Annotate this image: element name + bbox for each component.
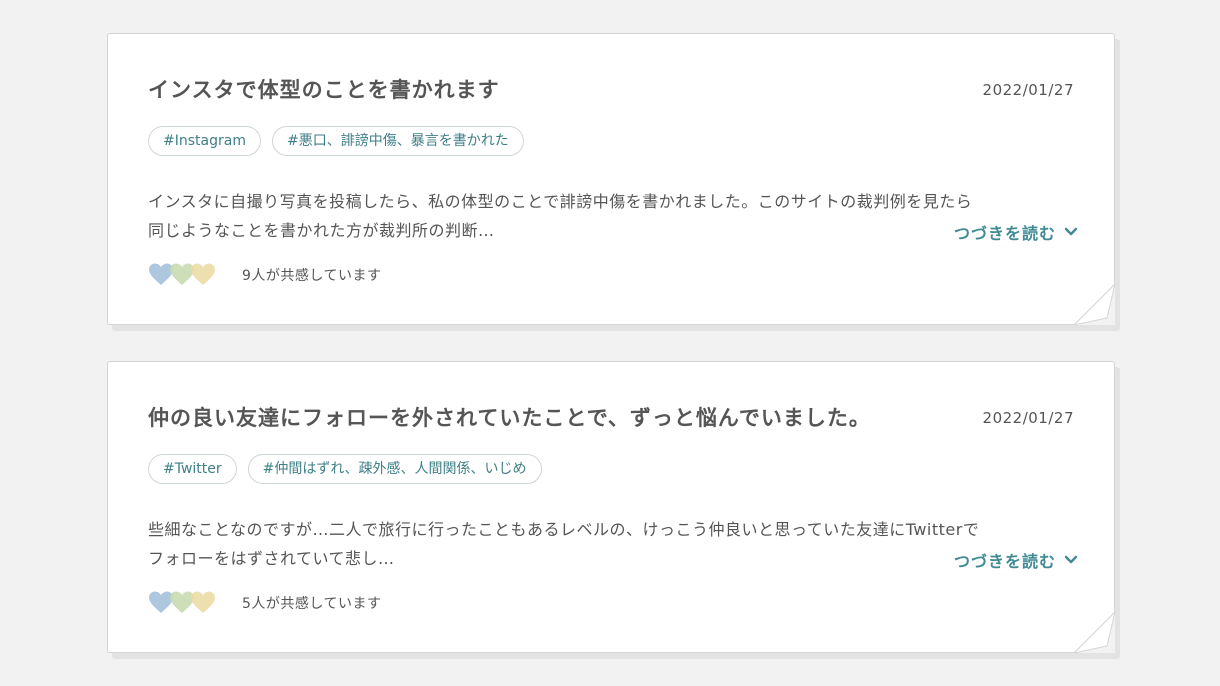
- empathy-button[interactable]: [148, 262, 216, 288]
- tag-twitter[interactable]: #Twitter: [148, 454, 237, 484]
- excerpt-line: 同じようなことを書かれた方が裁判所の判断…: [148, 221, 495, 240]
- post-date: 2022/01/27: [982, 409, 1074, 427]
- empathy-row: 9人が共感しています: [148, 262, 382, 288]
- post-card: インスタで体型のことを書かれます 2022/01/27 #Instagram #…: [107, 33, 1115, 325]
- post-date: 2022/01/27: [982, 81, 1074, 99]
- empathy-count: 5人が共感しています: [242, 596, 382, 612]
- chevron-down-icon: [1064, 227, 1078, 236]
- read-more-label: つづきを読む: [953, 224, 1056, 243]
- post-card: 仲の良い友達にフォローを外されていたことで、ずっと悩んでいました。 2022/0…: [107, 361, 1115, 653]
- empathy-button[interactable]: [148, 590, 216, 616]
- excerpt-line: フォローをはずされていて悲し…: [148, 549, 395, 568]
- post-feed: インスタで体型のことを書かれます 2022/01/27 #Instagram #…: [0, 0, 1220, 686]
- tag-list: #Twitter #仲間はずれ、疎外感、人間関係、いじめ: [148, 454, 542, 484]
- tag-instagram[interactable]: #Instagram: [148, 126, 261, 156]
- post-title[interactable]: インスタで体型のことを書かれます: [148, 74, 500, 104]
- page-curl-icon: [1073, 283, 1115, 325]
- excerpt-line: インスタに自撮り写真を投稿したら、私の体型のことで誹謗中傷を書かれました。このサ…: [148, 192, 973, 211]
- heart-yellow-icon: [191, 263, 215, 285]
- read-more-label: つづきを読む: [953, 552, 1056, 571]
- read-more-link[interactable]: つづきを読む: [954, 220, 1078, 244]
- post-excerpt: インスタに自撮り写真を投稿したら、私の体型のことで誹謗中傷を書かれました。このサ…: [148, 187, 1078, 245]
- empathy-count: 9人が共感しています: [242, 268, 382, 284]
- post-excerpt: 些細なことなのですが…二人で旅行に行ったこともあるレベルの、けっこう仲良いと思っ…: [148, 515, 1078, 573]
- tag-abuse[interactable]: #悪口、誹謗中傷、暴言を書かれた: [271, 126, 524, 156]
- excerpt-line: 些細なことなのですが…二人で旅行に行ったこともあるレベルの、けっこう仲良いと思っ…: [148, 520, 980, 539]
- tag-list: #Instagram #悪口、誹謗中傷、暴言を書かれた: [148, 126, 524, 156]
- empathy-row: 5人が共感しています: [148, 590, 382, 616]
- post-title[interactable]: 仲の良い友達にフォローを外されていたことで、ずっと悩んでいました。: [148, 402, 871, 432]
- chevron-down-icon: [1064, 555, 1078, 564]
- read-more-link[interactable]: つづきを読む: [954, 548, 1078, 572]
- page-curl-icon: [1073, 611, 1115, 653]
- tag-exclusion[interactable]: #仲間はずれ、疎外感、人間関係、いじめ: [247, 454, 542, 484]
- heart-yellow-icon: [191, 591, 215, 613]
